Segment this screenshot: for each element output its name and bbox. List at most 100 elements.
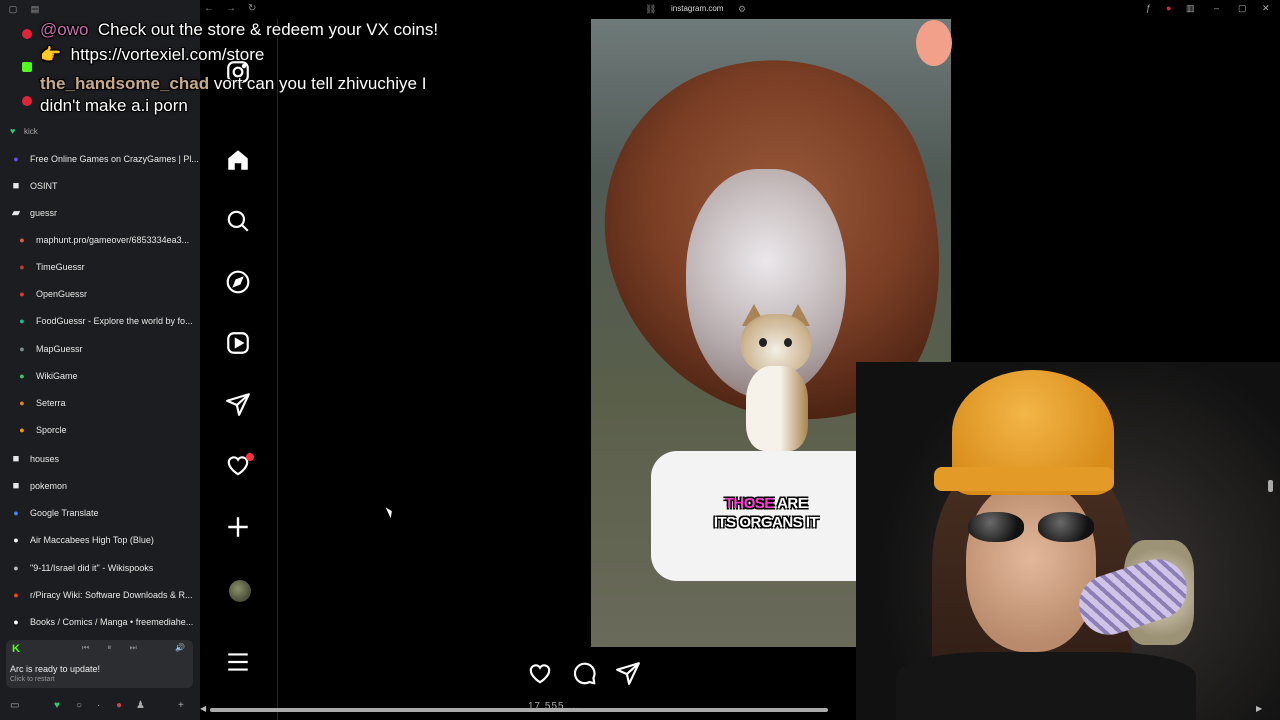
grid-icon: ● bbox=[13, 535, 19, 545]
notification-badge bbox=[246, 453, 254, 461]
sidebar-item-label: MapGuessr bbox=[36, 344, 83, 354]
sidebar-item-label: Books / Comics / Manga • freemediahe... bbox=[30, 617, 194, 627]
sidebar-toolbar: ▢ ▤ bbox=[0, 0, 200, 20]
sidebar-folder[interactable]: ■ OSINT bbox=[10, 174, 205, 198]
update-subtitle[interactable]: Click to restart bbox=[10, 676, 55, 683]
update-card[interactable]: K ⏮ ⏸ ⏭ 🔊 Arc is ready to update! Click … bbox=[6, 640, 193, 688]
space-user-icon[interactable]: ♟ bbox=[136, 700, 145, 711]
vertical-scroll-thumb[interactable] bbox=[1268, 480, 1273, 492]
sidebar-item-label: guessr bbox=[30, 208, 58, 218]
site-settings-icon[interactable]: ⚙ bbox=[738, 4, 746, 15]
folder-icon: ■ bbox=[12, 453, 20, 465]
sidebar-item-label: Seterra bbox=[36, 398, 66, 408]
sidebar-tab[interactable]: ● FoodGuessr - Explore the world by fo... bbox=[16, 309, 211, 333]
like-icon[interactable] bbox=[527, 660, 553, 686]
more-menu-icon[interactable] bbox=[222, 646, 254, 678]
sidebar-item-label: maphunt.pro/gameover/6853334ea3... bbox=[36, 235, 190, 245]
library-icon[interactable]: ▤ bbox=[30, 4, 40, 14]
close-window-icon[interactable]: ✕ bbox=[1262, 3, 1270, 14]
sidebar-tab[interactable]: ● Air Maccabees High Top (Blue) bbox=[10, 528, 205, 552]
caption-line2: ITS ORGANS IT bbox=[713, 514, 819, 531]
minimize-icon[interactable]: – bbox=[1214, 3, 1219, 13]
pointing-emoji: 👉 bbox=[40, 45, 62, 64]
archive-icon[interactable]: ▭ bbox=[10, 700, 19, 711]
share-icon[interactable] bbox=[615, 660, 641, 686]
sidebar-item-label: houses bbox=[30, 454, 60, 464]
streamer-webcam bbox=[856, 362, 1280, 720]
maphunt-icon: ● bbox=[19, 235, 25, 245]
sidebar-folder[interactable]: ■ houses bbox=[10, 447, 205, 471]
caption-card: THOSE ARE ITS ORGANS IT bbox=[651, 451, 881, 581]
sidebar-folder[interactable]: ■ pokemon bbox=[10, 474, 205, 498]
sidebar-tab[interactable]: ● WikiGame bbox=[16, 364, 211, 388]
maximize-icon[interactable]: ▢ bbox=[1238, 3, 1247, 14]
reels-icon[interactable] bbox=[222, 327, 254, 359]
forward-icon[interactable]: → bbox=[226, 3, 236, 14]
caption-highlight: THOSE bbox=[724, 495, 775, 512]
kick-media-icon: K bbox=[12, 643, 20, 655]
back-icon[interactable]: ← bbox=[204, 3, 214, 14]
scroll-thumb[interactable] bbox=[210, 708, 828, 712]
reload-icon[interactable]: ↻ bbox=[248, 3, 256, 14]
comment-icon[interactable] bbox=[571, 660, 597, 686]
sidebar-item-label: "9-11/Israel did it" - Wikispooks bbox=[30, 563, 154, 573]
youtube-icon bbox=[22, 29, 32, 39]
home-icon[interactable] bbox=[222, 144, 254, 176]
seterra-icon: ● bbox=[19, 398, 25, 408]
scroll-right-icon[interactable]: ▶ bbox=[1256, 704, 1262, 713]
chat-message-1: @owo Check out the store & redeem your V… bbox=[40, 18, 438, 42]
update-title: Arc is ready to update! bbox=[10, 664, 101, 674]
chat-text: vort can you tell zhivuchiye I bbox=[209, 74, 427, 93]
search-icon[interactable] bbox=[222, 205, 254, 237]
wikigame-icon: ● bbox=[19, 371, 25, 381]
sidebar-folder[interactable]: ▰ guessr bbox=[10, 201, 205, 225]
sidebar-tab[interactable]: ● Google Translate bbox=[10, 501, 205, 525]
sidebar-item-label: Free Online Games on CrazyGames | Pl... bbox=[30, 154, 199, 164]
messages-icon[interactable] bbox=[222, 388, 254, 420]
ublock-icon[interactable]: ● bbox=[1166, 3, 1171, 13]
create-icon[interactable] bbox=[222, 511, 254, 543]
chat-username: the_handsome_chad bbox=[40, 74, 210, 93]
sidebar-tab[interactable]: ● "9-11/Israel did it" - Wikispooks bbox=[10, 556, 205, 580]
sidebar-tab[interactable]: ● MapGuessr bbox=[16, 337, 211, 361]
sidebar-item-label: pokemon bbox=[30, 481, 68, 491]
cat-sticker bbox=[726, 304, 826, 454]
sidebar-tab[interactable]: ● OpenGuessr bbox=[16, 282, 211, 306]
space-icon[interactable]: ○ bbox=[76, 700, 82, 711]
youtube-music-icon bbox=[22, 96, 32, 106]
sidebar-footer: ▭ ♥ ○ · ● ♟ + bbox=[0, 696, 200, 716]
sidebar-tab[interactable]: ● TimeGuessr bbox=[16, 255, 211, 279]
split-view-icon[interactable]: ▥ bbox=[1186, 3, 1195, 14]
sidebar-item-label: FoodGuessr - Explore the world by fo... bbox=[36, 316, 193, 326]
scroll-left-icon[interactable]: ◀ bbox=[200, 704, 206, 713]
new-space-icon[interactable]: + bbox=[178, 700, 184, 711]
volume-icon[interactable]: 🔊 bbox=[175, 643, 185, 652]
profile-avatar[interactable] bbox=[229, 580, 251, 602]
media-controls[interactable]: ⏮ ⏸ ⏭ bbox=[82, 643, 145, 653]
chat-message-3-cont: didn't make a.i porn bbox=[40, 94, 188, 118]
explore-icon[interactable] bbox=[222, 266, 254, 298]
sidebar-tab[interactable]: ● r/Piracy Wiki: Software Downloads & R..… bbox=[10, 583, 205, 607]
sidebar-toggle-icon[interactable]: ▢ bbox=[8, 4, 18, 14]
space-heart-icon[interactable]: ♥ bbox=[54, 700, 60, 711]
sidebar-tab[interactable]: ● Books / Comics / Manga • freemediahe... bbox=[10, 610, 205, 634]
folder-icon: ■ bbox=[12, 180, 20, 192]
chat-text: Check out the store & redeem your VX coi… bbox=[97, 20, 439, 39]
sidebar-tab[interactable]: ● maphunt.pro/gameover/6853334ea3... bbox=[16, 228, 211, 252]
wikispooks-icon: ● bbox=[13, 563, 19, 573]
sidebar-tab[interactable]: ● Seterra bbox=[16, 391, 211, 415]
chat-message-2: 👉 https://vortexiel.com/store bbox=[40, 43, 264, 67]
sidebar-tab[interactable]: ● Sporcle bbox=[16, 418, 211, 442]
link-icon[interactable]: ⛓ bbox=[645, 4, 656, 15]
space-red-icon[interactable]: ● bbox=[116, 700, 122, 711]
extension-icon[interactable]: ƒ bbox=[1146, 3, 1151, 13]
sidebar-tab[interactable]: ● Free Online Games on CrazyGames | Pl... bbox=[10, 147, 205, 171]
horizontal-scrollbar[interactable]: ◀ ▶ bbox=[200, 704, 1280, 713]
chat-link: https://vortexiel.com/store bbox=[70, 45, 265, 64]
space-dot-icon[interactable]: · bbox=[97, 700, 100, 711]
timeguessr-icon: ● bbox=[19, 262, 25, 272]
sidebar-item-label: Sporcle bbox=[36, 425, 67, 435]
url-bar[interactable]: instagram.com bbox=[671, 4, 723, 13]
sidebar-item-label: WikiGame bbox=[36, 371, 78, 381]
caption-rest: ARE bbox=[773, 495, 808, 512]
